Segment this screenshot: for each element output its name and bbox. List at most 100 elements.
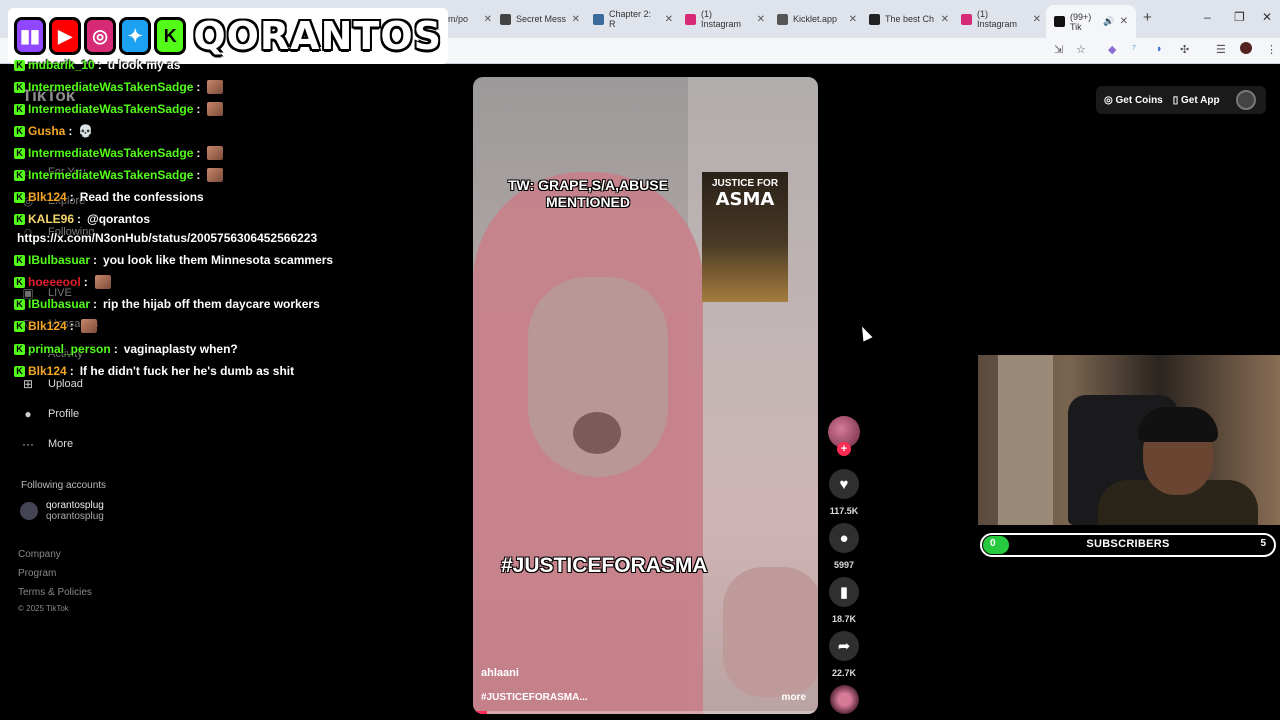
avatar	[20, 502, 38, 520]
instagram-icon: ◎	[84, 17, 117, 55]
chat-username[interactable]: Blk124	[28, 364, 67, 378]
close-icon[interactable]: ✕	[941, 14, 949, 25]
chat-message: Kmubarik_10 : u look my as	[14, 58, 180, 72]
chat-message: K Blk124 :	[14, 319, 97, 333]
following-account-item[interactable]: qorantosplug qorantosplug	[20, 500, 104, 522]
get-coins-button[interactable]: ◎ Get Coins	[1104, 95, 1163, 106]
nav-more[interactable]: ··· More	[20, 437, 73, 451]
chat-separator: :	[196, 168, 201, 182]
tab-favicon	[500, 13, 511, 25]
nav-label: More	[48, 438, 74, 450]
puzzle-icon[interactable]: ✣	[1180, 43, 1189, 56]
like-button[interactable]: ♥	[829, 469, 859, 499]
chat-username[interactable]: IntermediateWasTakenSadge	[28, 80, 193, 94]
chat-message: K IntermediateWasTakenSadge :	[14, 146, 224, 160]
extension-icon[interactable]: ◆	[1108, 43, 1116, 56]
kick-badge-icon: K	[14, 298, 25, 310]
audio-icon[interactable]: 🔊	[1103, 16, 1114, 27]
video-description[interactable]: #JUSTICEFORASMA...	[481, 692, 588, 703]
video-hashtag-overlay: #JUSTICEFORASMA	[501, 554, 708, 577]
tiktok-top-actions: ◎ Get Coins ▯ Get App	[1096, 86, 1266, 114]
tab-3[interactable]: Chapter 2: R ✕	[593, 7, 673, 31]
chat-separator: :	[97, 58, 102, 72]
music-disc-icon[interactable]	[830, 685, 859, 714]
kick-badge-icon: K	[14, 365, 25, 377]
video-username[interactable]: ahlaani	[481, 667, 519, 679]
footer-terms-link[interactable]: Terms & Policies	[18, 587, 92, 598]
footer-program-link[interactable]: Program	[18, 568, 56, 579]
channel-name: QORANTOS	[193, 14, 442, 58]
subscriber-label: SUBSCRIBERS	[1086, 538, 1170, 550]
close-icon[interactable]: ✕	[484, 14, 492, 25]
minimize-button[interactable]: –	[1204, 10, 1211, 24]
tab-label: (99+) Tik	[1070, 11, 1092, 32]
tab-6[interactable]: The best Ch ✕	[869, 7, 949, 31]
chat-emote-icon	[207, 146, 224, 160]
close-icon[interactable]: ✕	[757, 14, 765, 25]
tab-5[interactable]: Kicklet.app ✕	[777, 7, 857, 31]
chat-username[interactable]: KALE96	[28, 212, 74, 226]
video-player[interactable]: TW: GRAPE,S/A,ABUSE MENTIONED JUSTICE FO…	[473, 77, 818, 714]
chat-emote-icon	[207, 102, 224, 116]
follow-plus-button[interactable]: +	[837, 442, 851, 456]
new-tab-button[interactable]: +	[1143, 9, 1152, 26]
webcam-feed	[978, 355, 1280, 525]
following-accounts-header: Following accounts	[21, 480, 107, 491]
chat-username[interactable]: IBulbasuar	[28, 253, 90, 267]
nav-profile[interactable]: ● Profile	[20, 407, 79, 421]
translate-icon[interactable]: ⁷	[1132, 43, 1136, 55]
video-more-link[interactable]: more	[782, 692, 806, 703]
close-icon[interactable]: ✕	[1120, 16, 1128, 27]
chat-message: Kprimal_person : vaginaplasty when?	[14, 342, 238, 356]
chat-username[interactable]: Blk124	[28, 319, 67, 333]
tab-label: Chapter 2: R	[609, 9, 652, 29]
tab-1[interactable]: m/po ✕	[448, 7, 492, 31]
tab-7[interactable]: (1) Instagram ✕	[961, 7, 1041, 31]
nav-label: Upload	[48, 378, 83, 390]
tab-4[interactable]: (1) Instagram ✕	[685, 7, 765, 31]
get-app-label: Get App	[1181, 94, 1220, 106]
footer-company-link[interactable]: Company	[18, 549, 61, 560]
chat-username[interactable]: Blk124	[28, 190, 67, 204]
close-icon[interactable]: ✕	[1033, 14, 1041, 25]
chat-separator: :	[113, 342, 118, 356]
comment-button[interactable]: ●	[829, 523, 859, 553]
share-arrow-icon: ➦	[837, 638, 851, 655]
extension-icon[interactable]: ◗	[1156, 43, 1163, 55]
install-icon[interactable]: ⇲	[1054, 43, 1063, 56]
sidebar-icon[interactable]: ☰	[1216, 43, 1226, 56]
chat-text: @qorantos	[87, 212, 151, 226]
kick-badge-icon: K	[14, 103, 25, 115]
chat-message: K IntermediateWasTakenSadge :	[14, 168, 224, 182]
chat-username[interactable]: Gusha	[28, 124, 65, 138]
account-display-name: qorantosplug	[46, 500, 104, 511]
chat-username[interactable]: IBulbasuar	[28, 297, 90, 311]
chat-username[interactable]: hoeeeool	[28, 275, 81, 289]
video-caption-warning: TW: GRAPE,S/A,ABUSE MENTIONED	[508, 177, 668, 210]
maximize-button[interactable]: ❐	[1234, 10, 1245, 24]
chat-username[interactable]: primal_person	[28, 342, 111, 356]
chat-message: https://x.com/N3onHub/status/20057563064…	[14, 231, 317, 245]
video-progress-bar[interactable]	[473, 711, 818, 714]
close-icon[interactable]: ✕	[572, 14, 580, 25]
menu-icon[interactable]: ⋮	[1266, 43, 1277, 56]
chat-username[interactable]: mubarik_10	[28, 58, 95, 72]
bookmark-star-icon[interactable]: ☆	[1076, 43, 1086, 56]
tab-label: (1) Instagram	[977, 9, 1018, 29]
subscriber-goal-bar: 0 SUBSCRIBERS 5	[980, 533, 1276, 557]
get-app-button[interactable]: ▯ Get App	[1173, 95, 1220, 106]
share-button[interactable]: ➦	[829, 631, 859, 661]
tab-2[interactable]: Secret Mess ✕	[500, 7, 580, 31]
chat-username[interactable]: IntermediateWasTakenSadge	[28, 168, 193, 182]
nav-upload[interactable]: ⊞ Upload	[20, 377, 83, 391]
save-button[interactable]: ▮	[829, 577, 859, 607]
user-avatar[interactable]	[1235, 90, 1256, 110]
close-icon[interactable]: ✕	[849, 14, 857, 25]
chat-emote-icon	[207, 168, 224, 182]
chat-username[interactable]: IntermediateWasTakenSadge	[28, 102, 193, 116]
close-icon[interactable]: ✕	[665, 14, 673, 25]
window-close-button[interactable]: ✕	[1262, 10, 1272, 24]
profile-avatar[interactable]	[1240, 42, 1252, 54]
tab-active-tiktok[interactable]: (99+) Tik 🔊 ✕	[1046, 5, 1136, 38]
chat-username[interactable]: IntermediateWasTakenSadge	[28, 146, 193, 160]
